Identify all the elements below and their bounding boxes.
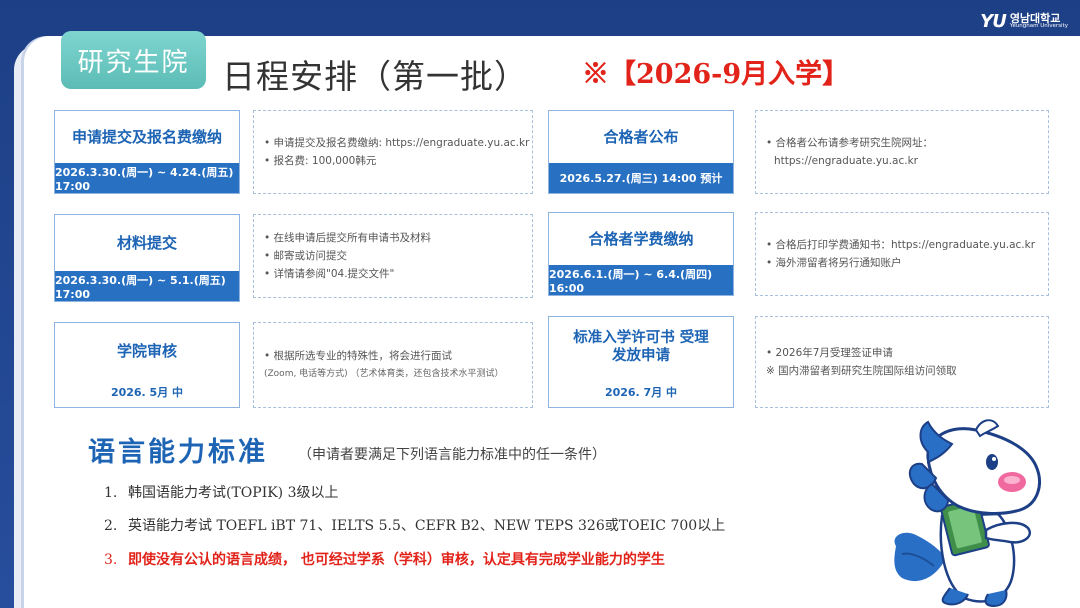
detail-line: https://engraduate.yu.ac.kr xyxy=(774,155,918,167)
detail-line: ※ 国内滞留者到研究生院国际组访问领取 xyxy=(766,365,957,377)
step-title: 材料提交 xyxy=(116,233,177,252)
page-title: 日程安排（第一批） xyxy=(222,57,528,96)
detail-line: • 报名费: 100,000韩元 xyxy=(264,155,377,167)
step-detail-admission-letter: • 2026年7月受理签证申请 ※ 国内滞留者到研究生院国际组访问领取 xyxy=(755,316,1049,408)
language-section-title: 语言能力标准 xyxy=(88,437,268,468)
step-card-tuition: 合格者学费缴纳 2026.6.1.(周一) ~ 6.4.(周四) 16:00 xyxy=(548,212,734,296)
logo-english: Yeungnam University xyxy=(1009,22,1068,29)
detail-line: • 2026年7月受理签证申请 xyxy=(766,347,893,359)
step-card-announcement: 合格者公布 2026.5.27.(周三) 14:00 预计 xyxy=(548,110,734,194)
intake-label: ※【2026-9月入学】 xyxy=(582,59,850,90)
university-logo: YU 영남대학교 Yeungnam University xyxy=(980,8,1068,34)
step-date: 2026.3.30.(周一) ~ 4.24.(周五) 17:00 xyxy=(55,163,239,193)
step-date: 2026.5.27.(周三) 14:00 预计 xyxy=(549,163,733,193)
step-date: 2026.3.30.(周一) ~ 5.1.(周五) 17:00 xyxy=(55,271,239,301)
step-title: 合格者学费缴纳 xyxy=(588,229,694,248)
requirement-text: 即使没有公认的语言成绩， 也可经过学系（学科）审核，认定具有完成学业能力的学生 xyxy=(128,552,665,568)
step-detail-review: • 根据所选专业的特殊性，将会进行面试 (Zoom, 电话等方式) （艺术体育类… xyxy=(253,322,533,408)
step-date: 2026. 5月 中 xyxy=(55,377,239,407)
logo-text: 영남대학교 Yeungnam University xyxy=(1010,13,1068,30)
step-card-application: 申请提交及报名费缴纳 2026.3.30.(周一) ~ 4.24.(周五) 17… xyxy=(54,110,240,194)
step-title: 学院审核 xyxy=(116,341,177,360)
requirement-number: 3. xyxy=(104,552,118,568)
graduate-school-badge: 研究生院 xyxy=(61,31,206,89)
detail-line: (Zoom, 电话等方式) （艺术体育类，还包含技术水平测试） xyxy=(264,369,504,379)
detail-line: • 合格后打印学费通知书：https://engraduate.yu.ac.kr xyxy=(766,239,1036,251)
step-date: 2026.6.1.(周一) ~ 6.4.(周四) 16:00 xyxy=(549,265,733,295)
language-requirement: 2. 英语能力考试 TOEFL iBT 71、IELTS 5.5、CEFR B2、… xyxy=(104,515,725,535)
detail-line: • 根据所选专业的特殊性，将会进行面试 xyxy=(264,350,453,362)
step-card-review: 学院审核 2026. 5月 中 xyxy=(54,322,240,408)
language-requirement-highlight: 3. 即使没有公认的语言成绩， 也可经过学系（学科）审核，认定具有完成学业能力的学… xyxy=(104,549,665,569)
step-card-documents: 材料提交 2026.3.30.(周一) ~ 5.1.(周五) 17:00 xyxy=(54,214,240,302)
requirement-text: 韩国语能力考试(TOPIK) 3级以上 xyxy=(128,485,339,501)
detail-line: • 在线申请后提交所有申请书及材料 xyxy=(264,232,432,244)
requirement-number: 2. xyxy=(104,518,118,534)
mascot-illustration xyxy=(894,419,1041,608)
step-title: 合格者公布 xyxy=(603,127,679,146)
detail-line: • 海外滞留者将另行通知账户 xyxy=(766,257,902,269)
requirement-text: 英语能力考试 TOEFL iBT 71、IELTS 5.5、CEFR B2、NE… xyxy=(128,518,726,534)
detail-line: • 合格者公布请参考研究生院网址： xyxy=(766,137,934,149)
detail-line: • 申请提交及报名费缴纳: https://engraduate.yu.ac.k… xyxy=(264,137,530,149)
detail-line: • 邮寄或访问提交 xyxy=(264,250,348,262)
language-section-note: （申请者要满足下列语言能力标准中的任一条件） xyxy=(298,447,606,463)
logo-mark: YU xyxy=(980,10,1007,32)
detail-line: • 详情请参阅"04.提交文件" xyxy=(264,268,395,280)
step-detail-application: • 申请提交及报名费缴纳: https://engraduate.yu.ac.k… xyxy=(253,110,533,194)
step-detail-tuition: • 合格后打印学费通知书：https://engraduate.yu.ac.kr… xyxy=(755,212,1049,296)
language-requirement: 1. 韩国语能力考试(TOPIK) 3级以上 xyxy=(104,482,339,502)
step-title: 标准入学许可书 受理发放申请 xyxy=(573,329,709,364)
step-date: 2026. 7月 中 xyxy=(549,377,733,407)
step-detail-documents: • 在线申请后提交所有申请书及材料 • 邮寄或访问提交 • 详情请参阅"04.提… xyxy=(253,214,533,298)
step-title: 申请提交及报名费缴纳 xyxy=(71,127,222,146)
requirement-number: 1. xyxy=(104,485,118,501)
step-detail-announcement: • 合格者公布请参考研究生院网址： https://engraduate.yu.… xyxy=(755,110,1049,194)
step-card-admission-letter: 标准入学许可书 受理发放申请 2026. 7月 中 xyxy=(548,316,734,408)
